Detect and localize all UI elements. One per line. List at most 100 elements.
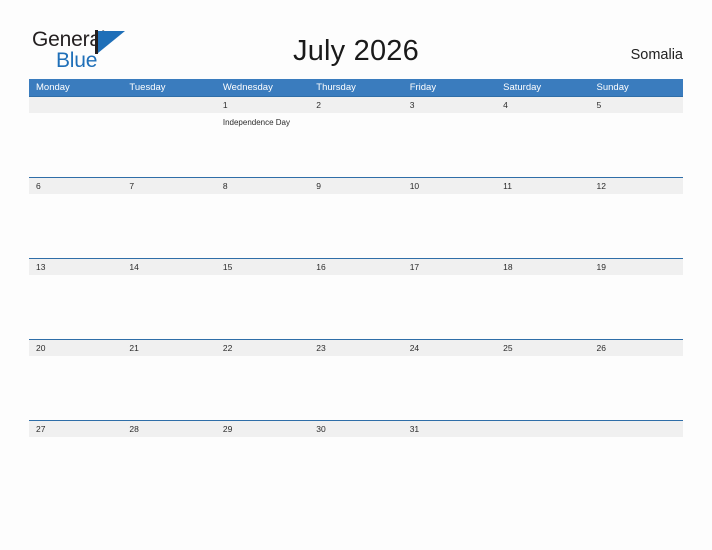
day-cell-13[interactable]: 13	[29, 259, 122, 340]
day-cell-3[interactable]: 3	[403, 97, 496, 178]
day-number: 21	[129, 343, 139, 353]
day-events	[597, 275, 683, 279]
day-cell-24[interactable]: 24	[403, 340, 496, 421]
day-number: 15	[222, 262, 233, 272]
day-cell-23[interactable]: 23	[309, 340, 402, 421]
day-cell-17[interactable]: 17	[403, 259, 496, 340]
day-cell-28[interactable]: 28	[122, 421, 215, 502]
day-cell-22[interactable]: 22	[216, 340, 309, 421]
day-cell-20[interactable]: 20	[29, 340, 122, 421]
day-cell-14[interactable]: 14	[122, 259, 215, 340]
day-events	[36, 356, 122, 360]
day-cell-21[interactable]: 21	[122, 340, 215, 421]
day-cell-7[interactable]: 7	[122, 178, 215, 259]
day-cell-27[interactable]: 27	[29, 421, 122, 502]
weekday-header-friday: Friday	[409, 82, 437, 93]
day-number: 17	[409, 262, 420, 272]
day-events	[316, 113, 402, 117]
day-cell-26[interactable]: 26	[590, 340, 683, 421]
day-events	[223, 356, 309, 360]
week-cells: 6 7 8 9 10 11 12	[29, 178, 683, 259]
day-events: Independence Day	[223, 113, 309, 128]
day-events	[410, 275, 496, 279]
day-events	[410, 437, 496, 441]
day-cell-30[interactable]: 30	[309, 421, 402, 502]
day-number: 3	[409, 100, 415, 110]
day-cell-9[interactable]: 9	[309, 178, 402, 259]
day-number: 31	[409, 424, 420, 434]
day-number: 23	[316, 343, 326, 353]
day-events	[503, 194, 589, 198]
calendar-grid: Monday Tuesday Wednesday Thursday Friday Satu…	[29, 79, 683, 501]
day-cell-8[interactable]: 8	[216, 178, 309, 259]
day-number: 11	[503, 181, 512, 191]
holiday-label: Independence Day	[222, 118, 291, 127]
day-events	[410, 356, 496, 360]
day-cell-5[interactable]: 5	[590, 97, 683, 178]
day-events	[597, 113, 683, 117]
day-events	[316, 275, 402, 279]
day-number: 28	[129, 424, 139, 434]
day-events	[597, 194, 683, 198]
day-cell-18[interactable]: 18	[496, 259, 589, 340]
day-cell-25[interactable]: 25	[496, 340, 589, 421]
day-cell-empty	[590, 421, 683, 502]
day-events	[597, 437, 683, 441]
weekday-header-monday: Monday	[36, 82, 70, 93]
day-cell-empty	[122, 97, 215, 178]
day-cell-11[interactable]: 11	[496, 178, 589, 259]
day-cell-19[interactable]: 19	[590, 259, 683, 340]
day-number: 24	[409, 343, 420, 353]
weekday-header-sunday: Sunday	[596, 82, 629, 93]
day-events	[223, 275, 309, 279]
day-cell-2[interactable]: 2	[309, 97, 402, 178]
day-number: 2	[316, 100, 321, 110]
day-events	[316, 356, 402, 360]
day-number: 13	[36, 262, 46, 272]
day-number: 30	[316, 424, 326, 434]
day-cell-empty	[29, 97, 122, 178]
day-number: 10	[409, 181, 420, 191]
day-events	[410, 113, 496, 117]
day-cell-empty	[496, 421, 589, 502]
day-events	[129, 113, 215, 117]
day-events	[223, 194, 309, 198]
day-number: 29	[222, 424, 233, 434]
calendar-weeks: 1 Independence Day 2 3 4 5 6 7 8 9 10 11 12 13 14 15 16 1…	[29, 96, 683, 501]
day-number: 18	[503, 262, 513, 272]
day-events	[129, 437, 215, 441]
day-cell-16[interactable]: 16	[309, 259, 402, 340]
day-cell-29[interactable]: 29	[216, 421, 309, 502]
day-cell-10[interactable]: 10	[403, 178, 496, 259]
week-cells: 27 28 29 30 31	[29, 421, 683, 502]
weekday-header-wednesday: Wednesday	[222, 82, 273, 93]
day-cell-6[interactable]: 6	[29, 178, 122, 259]
week-cells: 20 21 22 23 24 25 26	[29, 340, 683, 421]
day-number: 1	[222, 100, 228, 110]
day-events	[503, 356, 589, 360]
day-events	[36, 113, 122, 117]
week-cells: 13 14 15 16 17 18 19	[29, 259, 683, 340]
day-events	[223, 437, 309, 441]
day-number	[597, 421, 683, 437]
day-events	[503, 113, 589, 117]
day-cell-12[interactable]: 12	[590, 178, 683, 259]
day-number: 19	[596, 262, 606, 272]
country-label: Somalia	[630, 47, 683, 63]
day-events	[129, 194, 215, 198]
day-events	[36, 437, 122, 441]
day-events	[36, 275, 122, 279]
day-cell-1[interactable]: 1 Independence Day	[216, 97, 309, 178]
day-number: 9	[316, 181, 321, 191]
day-number	[36, 97, 122, 113]
day-cell-4[interactable]: 4	[496, 97, 589, 178]
day-events	[316, 437, 402, 441]
day-cell-31[interactable]: 31	[403, 421, 496, 502]
day-events	[503, 275, 589, 279]
weekday-header-tuesday: Tuesday	[129, 82, 166, 93]
calendar-week-row: 20 21 22 23 24 25 26	[29, 339, 683, 420]
day-number: 27	[36, 424, 46, 434]
day-number: 6	[36, 181, 41, 191]
day-cell-15[interactable]: 15	[216, 259, 309, 340]
day-number: 8	[222, 181, 228, 191]
